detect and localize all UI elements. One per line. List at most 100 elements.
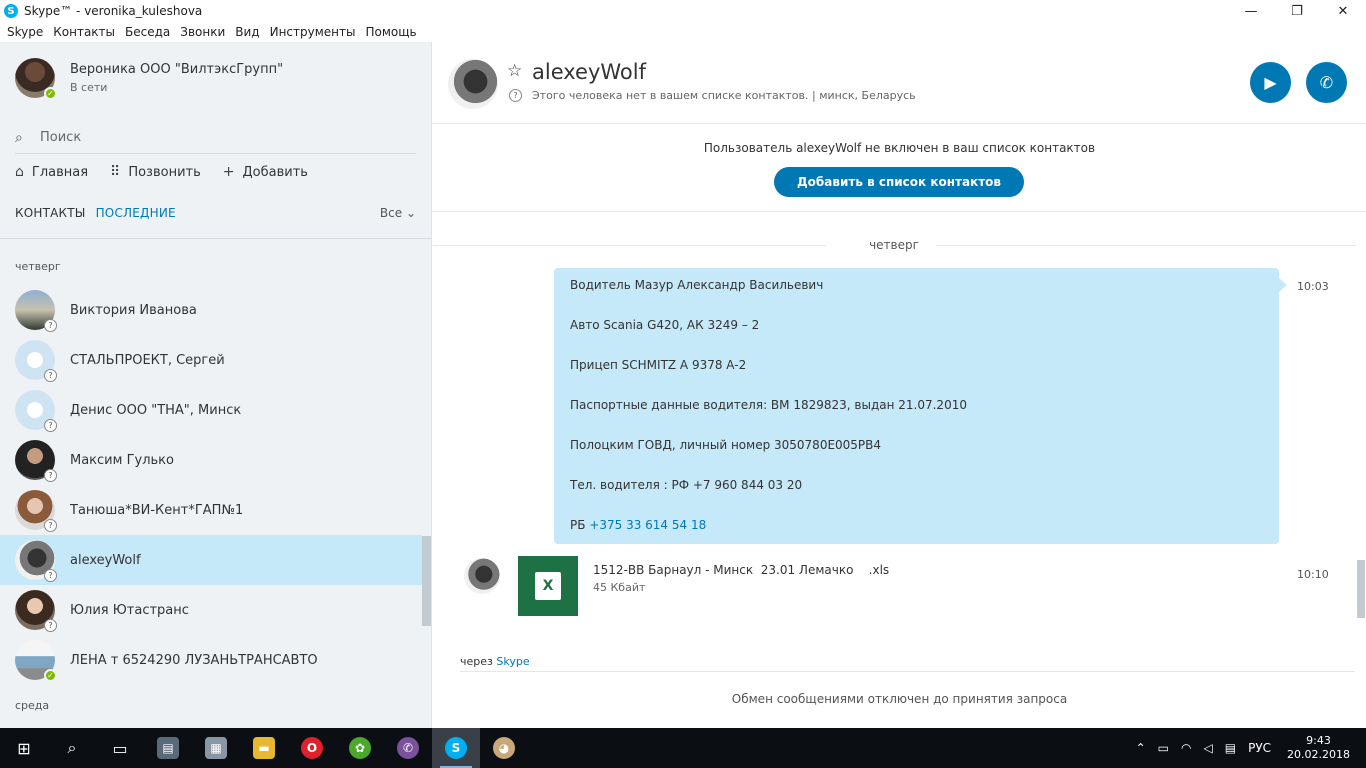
sidebar-scrollbar[interactable] bbox=[422, 536, 431, 626]
contact-item[interactable]: ? СТАЛЬПРОЕКТ, Сергей bbox=[0, 335, 422, 385]
contact-item[interactable]: ✓ ЛЕНА т 6524290 ЛУЗАНЬТРАНСАВТО bbox=[0, 635, 422, 685]
home-icon: ⌂ bbox=[15, 164, 24, 180]
clock-time: 9:43 bbox=[1306, 734, 1331, 747]
taskbar-app-file-manager[interactable]: ▤ bbox=[144, 728, 192, 768]
menu-skype[interactable]: Skype bbox=[2, 25, 48, 39]
notification-icon[interactable]: ▤ bbox=[1219, 741, 1242, 755]
my-profile[interactable]: ✓ Вероника ООО "ВилтэксГрупп" В сети bbox=[15, 58, 284, 100]
contact-avatar[interactable] bbox=[448, 59, 498, 109]
message-line: Полоцким ГОВД, личный номер 3050780E005P… bbox=[570, 438, 882, 452]
wifi-icon[interactable]: ◠ bbox=[1175, 741, 1197, 755]
file-name[interactable]: 1512-ВВ Барнаул - Минск 23.01 Лемачко .x… bbox=[593, 563, 889, 577]
sidebar-nav: ⌂ Главная ⠿ Позвонить + Добавить bbox=[15, 164, 330, 180]
taskbar-app-paint[interactable]: ◕ bbox=[480, 728, 528, 768]
menu-tools[interactable]: Инструменты bbox=[265, 25, 361, 39]
start-button[interactable]: ⊞ bbox=[0, 728, 48, 768]
menu-conversation[interactable]: Беседа bbox=[120, 25, 175, 39]
conversation-scrollbar[interactable] bbox=[1357, 560, 1365, 618]
contact-name: СТАЛЬПРОЕКТ, Сергей bbox=[70, 352, 225, 368]
sidebar: ✓ Вероника ООО "ВилтэксГрупп" В сети ⌕ П… bbox=[0, 42, 432, 728]
contact-request-notice: Пользователь alexeyWolf не включен в ваш… bbox=[433, 124, 1366, 212]
close-button[interactable]: ✕ bbox=[1320, 0, 1366, 22]
system-tray: ⌃ ▭ ◠ ◁ ▤ РУС 9:43 20.02.2018 bbox=[1130, 728, 1366, 768]
search-box[interactable]: ⌕ Поиск bbox=[15, 122, 416, 154]
home-button[interactable]: ⌂ Главная bbox=[15, 164, 88, 180]
file-thumbnail[interactable]: X bbox=[518, 556, 578, 616]
taskbar-app-archive[interactable]: ▦ bbox=[192, 728, 240, 768]
chevron-down-icon: ⌄ bbox=[405, 206, 416, 220]
folder-icon: ▬ bbox=[253, 737, 275, 759]
contact-item[interactable]: ? Виктория Иванова bbox=[0, 285, 422, 335]
message-line: Авто Scania G420, АК 3249 – 2 bbox=[570, 318, 760, 332]
contact-tabs: КОНТАКТЫ ПОСЛЕДНИЕ Все ⌄ bbox=[15, 206, 416, 220]
video-call-button[interactable]: ▶ bbox=[1250, 62, 1291, 103]
speaker-icon[interactable]: ◁ bbox=[1198, 741, 1219, 755]
minimize-button[interactable]: — bbox=[1228, 0, 1274, 22]
taskbar-search-button[interactable]: ⌕ bbox=[48, 728, 96, 768]
menu-contacts[interactable]: Контакты bbox=[48, 25, 120, 39]
dialpad-icon: ⠿ bbox=[110, 164, 121, 180]
search-input[interactable]: Поиск bbox=[40, 130, 81, 145]
taskbar-app-viber[interactable]: ✆ bbox=[384, 728, 432, 768]
restore-button[interactable]: ❐ bbox=[1274, 0, 1320, 22]
taskbar-app-explorer[interactable]: ▬ bbox=[240, 728, 288, 768]
contact-name: alexeyWolf bbox=[70, 552, 141, 568]
excel-file-icon: X bbox=[535, 572, 561, 600]
taskbar-app-icq[interactable]: ✿ bbox=[336, 728, 384, 768]
contact-title[interactable]: alexeyWolf bbox=[532, 60, 646, 84]
contact-item[interactable]: ? Максим Гулько bbox=[0, 435, 422, 485]
message-line: Водитель Мазур Александр Васильевич bbox=[570, 278, 824, 292]
taskbar-app-skype[interactable]: S bbox=[432, 728, 480, 768]
menu-view[interactable]: Вид bbox=[230, 25, 264, 39]
search-icon: ⌕ bbox=[67, 738, 77, 757]
window-title: Skype™ - veronika_kuleshova bbox=[24, 4, 203, 18]
menu-help[interactable]: Помощь bbox=[360, 25, 421, 39]
sender-avatar[interactable] bbox=[464, 558, 500, 594]
audio-call-button[interactable]: ✆ bbox=[1306, 62, 1347, 103]
file-message-time: 10:10 bbox=[1297, 568, 1329, 581]
clock[interactable]: 9:43 20.02.2018 bbox=[1277, 734, 1360, 762]
unknown-status-icon: ? bbox=[44, 419, 57, 432]
taskbar: ⊞ ⌕ ▭ ▤ ▦ ▬ O ✿ ✆ S ◕ ⌃ ▭ ◠ ◁ ▤ РУС 9:43… bbox=[0, 728, 1366, 768]
menu-bar: Skype Контакты Беседа Звонки Вид Инструм… bbox=[0, 22, 422, 42]
message-bubble[interactable]: Водитель Мазур Александр Васильевич Авто… bbox=[554, 268, 1287, 544]
archive-icon: ▦ bbox=[205, 737, 227, 759]
sender-avatar-wrap bbox=[464, 558, 500, 594]
skype-icon: S bbox=[445, 737, 467, 759]
add-button[interactable]: + Добавить bbox=[223, 164, 308, 180]
message-prefix: РБ bbox=[570, 518, 590, 532]
contact-name: Танюша*ВИ-Кент*ГАП№1 bbox=[70, 502, 244, 518]
contact-info: ? Этого человека нет в вашем списке конт… bbox=[509, 89, 916, 102]
file-manager-icon: ▤ bbox=[157, 737, 179, 759]
filter-dropdown[interactable]: Все ⌄ bbox=[380, 206, 416, 220]
skype-logo-icon: S bbox=[4, 4, 18, 18]
via-skype-link[interactable]: Skype bbox=[496, 655, 529, 668]
star-icon[interactable]: ☆ bbox=[507, 61, 522, 81]
battery-icon[interactable]: ▭ bbox=[1152, 741, 1175, 755]
contact-avatar: ? bbox=[15, 490, 57, 532]
chevron-up-icon[interactable]: ⌃ bbox=[1130, 741, 1152, 755]
taskbar-app-opera[interactable]: O bbox=[288, 728, 336, 768]
menu-calls[interactable]: Звонки bbox=[175, 25, 230, 39]
file-size: 45 Кбайт bbox=[593, 581, 646, 594]
my-status[interactable]: В сети bbox=[70, 81, 283, 94]
contact-item[interactable]: ? Юлия Ютастранс bbox=[0, 585, 422, 635]
contact-item-selected[interactable]: ? alexeyWolf bbox=[0, 535, 422, 585]
message-line: Прицеп SCHMITZ A 9378 A-2 bbox=[570, 358, 747, 372]
tab-contacts[interactable]: КОНТАКТЫ bbox=[15, 206, 86, 220]
contact-name: Максим Гулько bbox=[70, 452, 174, 468]
task-view-button[interactable]: ▭ bbox=[96, 728, 144, 768]
contact-item[interactable]: ? Танюша*ВИ-Кент*ГАП№1 bbox=[0, 485, 422, 535]
unknown-status-icon: ? bbox=[44, 569, 57, 582]
add-to-contacts-button[interactable]: Добавить в список контактов bbox=[774, 167, 1024, 197]
my-avatar[interactable]: ✓ bbox=[15, 58, 57, 100]
search-icon: ⌕ bbox=[15, 129, 23, 146]
call-button[interactable]: ⠿ Позвонить bbox=[110, 164, 201, 180]
conversation-header: ☆ alexeyWolf ? Этого человека нет в ваше… bbox=[433, 42, 1366, 124]
my-name: Вероника ООО "ВилтэксГрупп" bbox=[70, 62, 284, 77]
tab-recent[interactable]: ПОСЛЕДНИЕ bbox=[96, 206, 176, 220]
language-indicator[interactable]: РУС bbox=[1242, 741, 1277, 755]
opera-icon: O bbox=[301, 737, 323, 759]
contact-item[interactable]: ? Денис ООО "ТНА", Минск bbox=[0, 385, 422, 435]
phone-link[interactable]: +375 33 614 54 18 bbox=[589, 518, 706, 532]
